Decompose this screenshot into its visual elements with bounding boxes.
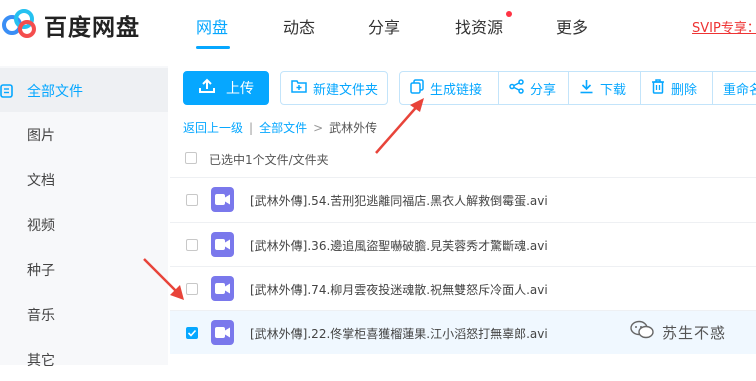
file-list-icon	[0, 84, 14, 102]
notification-dot	[506, 11, 512, 17]
trash-icon	[651, 78, 671, 98]
upload-label: 上传	[226, 81, 254, 97]
breadcrumb-all-files-link[interactable]: 全部文件	[259, 121, 307, 135]
video-file-icon	[211, 320, 234, 345]
sidebar-item-images[interactable]: 图片	[0, 112, 168, 156]
video-file-icon	[211, 187, 234, 212]
download-icon	[579, 79, 600, 98]
annotation-arrow-selected-file	[143, 258, 184, 300]
upload-button[interactable]: 上传	[183, 71, 269, 105]
sidebar-item-label: 种子	[27, 263, 55, 279]
delete-label: 删除	[671, 82, 698, 98]
file-name[interactable]: [武林外傳].22.佟掌柜喜獲榴蓮果.江小滔怒打無辜郎.avi	[250, 325, 548, 342]
file-row[interactable]: [武林外傳].54.苦刑犯逃離同福店.黑衣人解救倒霉蛋.avi	[170, 177, 756, 221]
watermark: 苏生不惑	[630, 320, 726, 344]
breadcrumb: 返回上一级 | 全部文件 > 武林外传	[183, 119, 377, 136]
sidebar-item-videos[interactable]: 视频	[0, 202, 168, 246]
logo[interactable]: 百度网盘	[2, 6, 140, 44]
share-label: 分享	[530, 82, 557, 98]
nav-tab-share[interactable]: 分享	[368, 14, 400, 38]
sidebar-item-label: 全部文件	[27, 84, 83, 100]
sidebar-item-all-files[interactable]: 全部文件	[0, 68, 168, 112]
active-tab-indicator	[196, 46, 230, 49]
file-row[interactable]: [武林外傳].74.柳月雲夜投迷魂散.祝無雙怒斥冷面人.avi	[170, 266, 756, 310]
sidebar-item-other[interactable]: 其它	[0, 337, 168, 381]
breadcrumb-chevron: >	[313, 121, 324, 135]
download-button[interactable]: 下载	[568, 71, 641, 105]
rename-button[interactable]: 重命名	[712, 71, 756, 105]
file-name[interactable]: [武林外傳].54.苦刑犯逃離同福店.黑衣人解救倒霉蛋.avi	[250, 192, 548, 209]
video-file-icon	[211, 276, 234, 301]
annotation-arrow-generate-link	[375, 98, 424, 154]
file-name[interactable]: [武林外傳].74.柳月雲夜投迷魂散.祝無雙怒斥冷面人.avi	[250, 281, 548, 298]
svip-link[interactable]: SVIP专享：	[692, 17, 756, 36]
row-checkbox-checked[interactable]	[186, 327, 198, 339]
breadcrumb-back-link[interactable]: 返回上一级	[183, 121, 243, 135]
row-checkbox[interactable]	[186, 239, 198, 251]
sidebar-item-label: 图片	[27, 128, 55, 144]
sidebar-item-label: 其它	[27, 353, 55, 369]
sidebar: 全部文件 图片 文档 视频 种子 音乐 其它	[0, 66, 168, 369]
nav-tab-find-resource[interactable]: 找资源	[455, 14, 503, 38]
brand-name: 百度网盘	[44, 15, 140, 41]
share-button[interactable]: 分享	[498, 71, 569, 105]
generate-link-label: 生成链接	[430, 82, 483, 98]
delete-button[interactable]: 删除	[640, 71, 713, 105]
breadcrumb-separator: |	[249, 121, 254, 135]
file-name[interactable]: [武林外傳].36.邊追風盜聖嚇破膽.見芙蓉秀才驚斷魂.avi	[250, 237, 548, 254]
nav-tab-more[interactable]: 更多	[556, 14, 588, 38]
cloud-logo-icon	[2, 8, 38, 42]
nav-tab-activity[interactable]: 动态	[283, 14, 315, 38]
watermark-text: 苏生不惑	[662, 323, 727, 342]
row-checkbox[interactable]	[186, 194, 198, 206]
upload-icon	[198, 78, 226, 98]
sidebar-item-label: 文档	[27, 173, 55, 189]
nav-tab-netdisk[interactable]: 网盘	[196, 14, 228, 38]
sidebar-item-documents[interactable]: 文档	[0, 157, 168, 201]
video-file-icon	[211, 232, 234, 257]
select-all-checkbox[interactable]	[185, 152, 197, 164]
sidebar-item-label: 音乐	[27, 308, 55, 324]
wechat-icon	[630, 320, 654, 344]
share-icon	[509, 78, 530, 98]
download-label: 下载	[600, 82, 627, 98]
new-folder-label: 新建文件夹	[313, 82, 379, 98]
top-bar: 百度网盘 网盘 动态 分享 找资源 更多 SVIP专享：	[0, 0, 756, 50]
folder-plus-icon	[291, 79, 313, 97]
selection-count: 已选中1个文件/文件夹	[209, 153, 329, 167]
file-row[interactable]: [武林外傳].36.邊追風盜聖嚇破膽.見芙蓉秀才驚斷魂.avi	[170, 222, 756, 266]
sidebar-item-label: 视频	[27, 218, 55, 234]
rename-label: 重命名	[723, 82, 756, 98]
